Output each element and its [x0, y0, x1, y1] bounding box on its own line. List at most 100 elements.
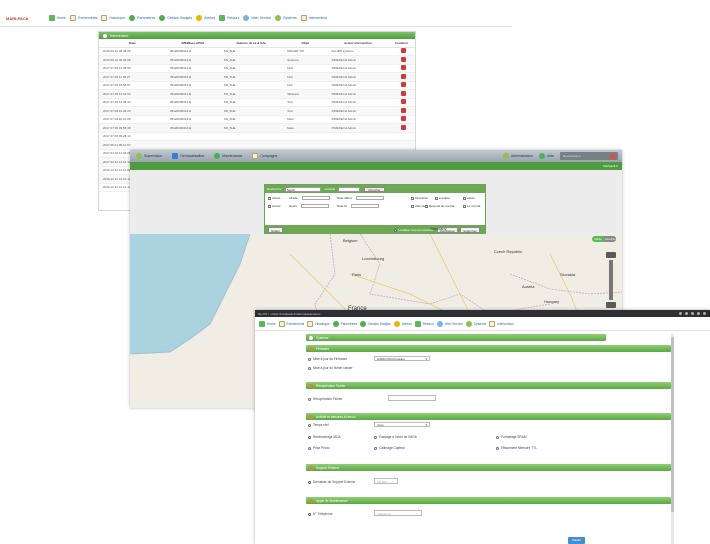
- search-type-select[interactable]: Tag/ID: [284, 186, 321, 192]
- hour-input[interactable]: [301, 204, 330, 208]
- external-support-input[interactable]: FR-001: [374, 478, 398, 484]
- default-button[interactable]: Défaut: [268, 227, 283, 233]
- take-photo-option[interactable]: Prise Photo: [308, 446, 329, 450]
- nav-item-retours[interactable]: Retours: [414, 320, 434, 327]
- delete-icon[interactable]: [401, 116, 407, 122]
- check-alarmed[interactable]: Alarmés: [411, 204, 426, 208]
- nav-item-param-tres[interactable]: Paramètres: [129, 15, 155, 21]
- restart-moa-option[interactable]: Redémarrage MOA: [308, 435, 341, 439]
- column-header[interactable]: Fonction: [388, 39, 415, 48]
- delete-icon[interactable]: [401, 56, 407, 62]
- zoom-out-button[interactable]: [606, 302, 616, 308]
- table-row[interactable]: 2017.07.06 10.38.20 3542060001211 SN_5HE To…: [99, 106, 415, 116]
- table-row[interactable]: 2017.07.06 10.10.05 3542060001211 SN_5HE Ma…: [99, 115, 415, 124]
- nav-item-alertes[interactable]: Alertes: [393, 320, 412, 327]
- checkbox[interactable]: [463, 204, 466, 208]
- map-type-satellite-button[interactable]: Satellite: [604, 236, 616, 242]
- nav-item-intervention[interactable]: Intervention: [489, 320, 514, 327]
- table-row[interactable]: 2017.07.06 14.53.54 3542060001211 SN_5HE Ta…: [99, 89, 415, 99]
- check-located[interactable]: Localisé: [435, 196, 450, 200]
- table-row[interactable]: 2019.09.12 08.48.09 3542060001211 SN_5HE DR…: [99, 47, 415, 56]
- nav-item-gestion-badges[interactable]: Gestion Badges: [360, 320, 391, 327]
- check-contract[interactable]: Le contrat: [463, 204, 480, 208]
- table-row[interactable]: 2017.07.06 11.38.27 3542060001211 SN_5HE Fl…: [99, 72, 415, 82]
- date-end-input[interactable]: [351, 204, 380, 208]
- nav-item-alertes[interactable]: Alertes: [196, 15, 215, 21]
- search-button[interactable]: Chercher: [364, 186, 385, 192]
- radio[interactable]: [308, 357, 311, 361]
- nav-item-home[interactable]: Home: [48, 15, 66, 21]
- table-row[interactable]: 2017.07.06 10.58.57 3542060001211 SN_5HE Fl…: [99, 81, 415, 90]
- tab-maintenance[interactable]: Maintenance: [214, 153, 242, 159]
- firmware-select[interactable]: GSDR RSI-Firmware: [374, 356, 430, 362]
- scrollbar-thumb[interactable]: [671, 337, 674, 512]
- url-text[interactable]: file:///C:/ - https://marlpack.fr/admin/…: [258, 312, 676, 316]
- locate-all-checkbox[interactable]: [394, 228, 398, 232]
- radio[interactable]: [496, 435, 499, 439]
- radio[interactable]: [308, 446, 311, 450]
- checkbox[interactable]: [411, 196, 414, 200]
- realtime-option[interactable]: Temps réel: [308, 423, 329, 427]
- nav-item-intervention[interactable]: Intervention: [300, 15, 327, 21]
- radio[interactable]: [308, 512, 311, 516]
- nav-item-ev-nements[interactable]: Evénements: [69, 15, 97, 21]
- erase-memory-option[interactable]: Effacement Mémoire TTL: [496, 446, 537, 450]
- format-sram-option[interactable]: Formatage SRAM: [496, 435, 527, 439]
- keyboard-update-option[interactable]: Mise à jour du fichier clavier: [308, 366, 353, 370]
- delete-icon[interactable]: [401, 90, 407, 96]
- checkbox[interactable]: [411, 204, 414, 208]
- table-row[interactable]: 2017.07.06 12.38.44 3542060001211 SN_5HE To…: [99, 98, 415, 107]
- label-input[interactable]: [301, 196, 330, 200]
- check-warn[interactable]: Avertir: [268, 204, 281, 208]
- radio[interactable]: [308, 480, 311, 484]
- file-recovery-option[interactable]: Récupération Fichier: [308, 397, 342, 401]
- nav-item-home[interactable]: Home: [259, 320, 276, 327]
- checkbox[interactable]: [268, 196, 271, 200]
- nav-item-retours[interactable]: Retours: [219, 15, 239, 21]
- column-header[interactable]: Date: [99, 39, 166, 48]
- radio[interactable]: [308, 423, 311, 427]
- delete-icon[interactable]: [401, 48, 407, 54]
- nav-item-gestion-badges[interactable]: Gestion Badges: [159, 15, 192, 21]
- table-row[interactable]: 2017.07.06 09.28.14: [99, 132, 415, 141]
- radio[interactable]: [374, 435, 377, 439]
- close-icon[interactable]: [610, 153, 615, 159]
- firmware-update-option[interactable]: Mise à jour du Firmware: [308, 357, 347, 361]
- radio[interactable]: [308, 397, 311, 401]
- table-row[interactable]: 2019.06.12 09.06.05 3542060001211 SN_5HE Sy…: [99, 55, 415, 65]
- table-row[interactable]: 2017.07.06 13.38.59 3542060001211 SN_5HE Fl…: [99, 64, 415, 73]
- checkbox[interactable]: [435, 196, 438, 200]
- nav-item-web-service[interactable]: Web Service: [436, 320, 463, 327]
- map-type-map-button[interactable]: Carte: [592, 236, 604, 242]
- radio[interactable]: [308, 435, 311, 439]
- delete-icon[interactable]: [401, 82, 407, 88]
- search-input[interactable]: [338, 186, 361, 192]
- tab-help[interactable]: Aide: [538, 153, 554, 159]
- column-header[interactable]: Numéro de sé & CAL: [219, 39, 284, 48]
- table-row[interactable]: 2017.07.06 09.58.38 3542060001211 SN_5HE Ma…: [99, 123, 415, 133]
- zoom-in-button[interactable]: [606, 252, 616, 258]
- realtime-select[interactable]: none: [374, 422, 430, 428]
- external-support-option[interactable]: Demande de Support Externe: [308, 480, 355, 484]
- delete-icon[interactable]: [401, 73, 407, 79]
- nav-item-web-service[interactable]: Web Service: [243, 15, 271, 21]
- radio[interactable]: [496, 446, 499, 450]
- phone-option[interactable]: N° Téléphone: [308, 512, 332, 516]
- check-actual[interactable]: Actuel: [268, 196, 280, 200]
- file-recovery-input[interactable]: [388, 395, 436, 401]
- date-start-input[interactable]: [355, 196, 384, 200]
- checkbox[interactable]: [268, 204, 271, 208]
- table-row[interactable]: 2017.05.21 09.13.57: [99, 140, 415, 150]
- column-header[interactable]: Acteur intervention: [327, 39, 389, 48]
- checkbox[interactable]: [463, 196, 466, 200]
- delete-icon[interactable]: [401, 65, 407, 71]
- tab-geolocation[interactable]: Géolocalisation: [172, 153, 204, 159]
- brand-logo[interactable]: MARLPACK: [6, 16, 29, 21]
- nav-item-historique[interactable]: Historique: [307, 320, 330, 327]
- calibrate-sensor-option[interactable]: Calibrage Capteur: [374, 446, 405, 450]
- scrollbar[interactable]: [671, 334, 674, 544]
- delete-icon[interactable]: [401, 99, 407, 105]
- column-header[interactable]: IMEI/Euro APAS: [165, 39, 220, 48]
- phone-input[interactable]: Téléphone: [374, 510, 422, 516]
- tab-administration[interactable]: Administration: [502, 153, 533, 159]
